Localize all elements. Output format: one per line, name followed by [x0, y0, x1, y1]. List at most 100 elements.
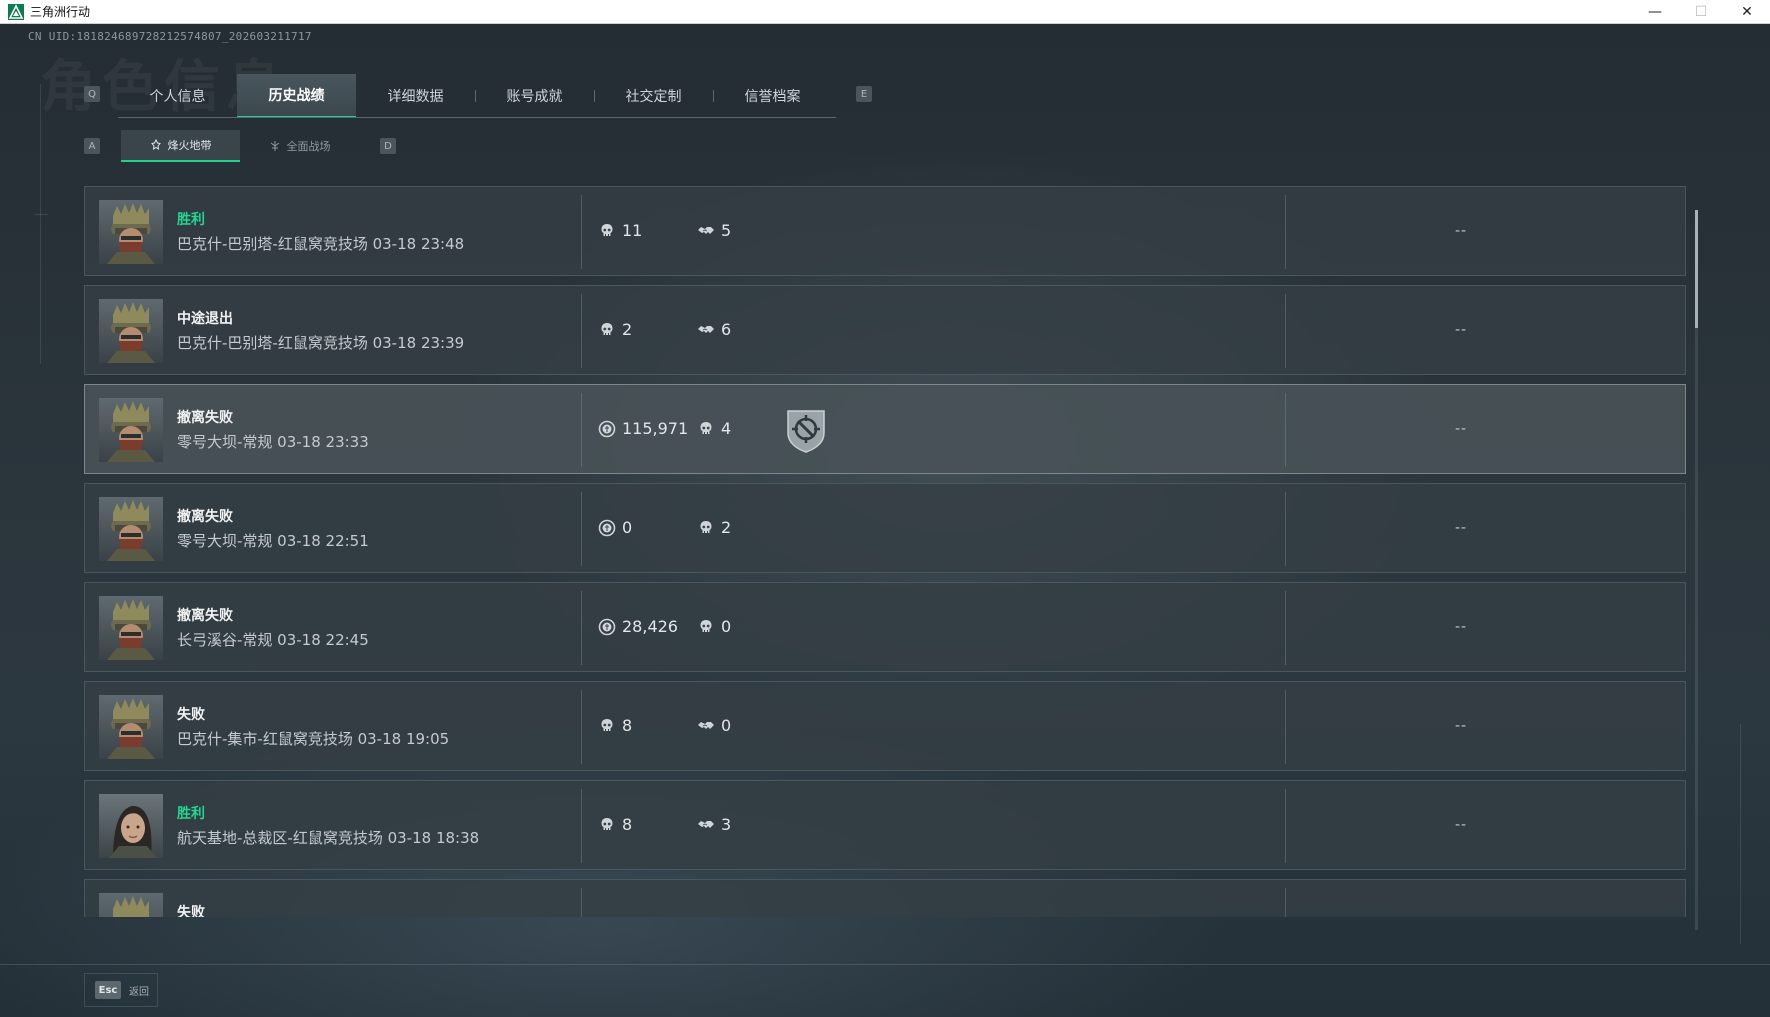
match-stat: 2	[598, 320, 632, 339]
subtab-battlefield[interactable]: 全面战场	[240, 130, 359, 162]
app-logo-icon	[8, 3, 24, 20]
column-divider	[581, 294, 582, 368]
match-stat: 6	[697, 320, 731, 339]
match-stat: 115,971	[598, 419, 688, 438]
operator-avatar	[99, 398, 163, 462]
match-stat: 2	[697, 518, 731, 537]
tab-prev-key[interactable]: Q	[84, 86, 100, 102]
match-stat: 0	[697, 716, 731, 735]
stat-value: 5	[721, 221, 732, 240]
column-divider	[581, 492, 582, 566]
deco-line	[40, 84, 41, 364]
deco-line	[34, 214, 48, 215]
column-divider	[581, 789, 582, 863]
mode-subtabs: 烽火地带 全面战场	[121, 130, 359, 162]
match-result: 胜利	[177, 212, 205, 228]
skull-icon	[598, 321, 616, 339]
match-history-list[interactable]: 胜利 巴克什-巴别塔-红鼠窝竞技场 03-18 23:48 11 5 -- 中途退出 巴克什…	[84, 186, 1686, 917]
match-row[interactable]: 中途退出 巴克什-巴别塔-红鼠窝竞技场 03-18 23:39 2 6 --	[84, 285, 1686, 375]
operator-avatar	[99, 200, 163, 264]
subtab-prev-key[interactable]: A	[84, 138, 100, 154]
tab-personal-info[interactable]: 个人信息	[118, 74, 237, 118]
skull-icon	[697, 519, 715, 537]
match-map-info: 零号大坝-常规 03-18 23:33	[177, 433, 369, 451]
stat-value: 0	[721, 716, 732, 735]
match-score: --	[1455, 322, 1468, 338]
match-stat: 0	[697, 617, 731, 636]
subtab-label: 烽火地带	[167, 139, 212, 152]
tab-match-history[interactable]: 历史战绩	[237, 74, 356, 118]
match-score: --	[1455, 223, 1468, 239]
column-divider	[581, 888, 582, 917]
tab-detailed-data[interactable]: 详细数据	[356, 74, 475, 118]
flame-zone-icon	[150, 139, 161, 150]
back-button[interactable]: Esc 返回	[84, 973, 158, 1007]
match-score: --	[1455, 421, 1468, 437]
column-divider	[1285, 888, 1286, 917]
stat-value: 28,426	[622, 617, 678, 636]
tab-social-custom[interactable]: 社交定制	[594, 74, 713, 118]
minimize-button[interactable]: —	[1632, 0, 1678, 24]
match-row[interactable]: 胜利 航天基地-总裁区-红鼠窝竞技场 03-18 18:38 8 3 --	[84, 780, 1686, 870]
match-row[interactable]: 撤离失败 零号大坝-常规 03-18 22:51 0 2 --	[84, 483, 1686, 573]
match-stat: 11	[598, 221, 642, 240]
match-result: 胜利	[177, 806, 205, 822]
column-divider	[581, 393, 582, 467]
match-map-info: 长弓溪谷-常规 03-18 22:45	[177, 631, 369, 649]
match-score: --	[1455, 520, 1468, 536]
match-row[interactable]: 胜利 巴克什-巴别塔-红鼠窝竞技场 03-18 23:48 11 5 --	[84, 186, 1686, 276]
shield-target-badge-icon	[785, 407, 827, 453]
operator-avatar	[99, 497, 163, 561]
tabs-divider	[118, 117, 836, 118]
stat-value: 2	[721, 518, 732, 537]
match-row[interactable]: 失败	[84, 879, 1686, 917]
window-titlebar: 三角洲行动 — ☐ ✕	[0, 0, 1770, 24]
operator-avatar	[99, 794, 163, 858]
match-row[interactable]: 撤离失败 零号大坝-常规 03-18 23:33 115,971 4 --	[84, 384, 1686, 474]
match-result: 撤离失败	[177, 410, 233, 426]
column-divider	[1285, 294, 1286, 368]
stat-value: 11	[622, 221, 643, 240]
match-stat: 5	[697, 221, 731, 240]
skull-icon	[697, 420, 715, 438]
operator-avatar	[99, 299, 163, 363]
skull-icon	[598, 717, 616, 735]
match-result: 中途退出	[177, 311, 233, 327]
back-label: 返回	[129, 986, 149, 998]
stat-value: 8	[622, 815, 633, 834]
tab-next-key[interactable]: E	[856, 86, 872, 102]
coin-icon	[598, 420, 616, 438]
match-stat: 0	[598, 518, 632, 537]
window-title: 三角洲行动	[30, 5, 91, 19]
tab-credit-record[interactable]: 信誉档案	[713, 74, 832, 118]
subtab-next-key[interactable]: D	[380, 138, 396, 154]
stat-value: 0	[622, 518, 633, 537]
handshake-icon	[697, 321, 715, 339]
stat-value: 2	[622, 320, 633, 339]
column-divider	[581, 195, 582, 269]
skull-icon	[598, 222, 616, 240]
tab-achievements[interactable]: 账号成就	[475, 74, 594, 118]
match-result: 撤离失败	[177, 608, 233, 624]
operator-avatar	[99, 695, 163, 759]
maximize-button[interactable]: ☐	[1678, 0, 1724, 24]
game-window: 角色信息 CN UID:181824689728212574807_202603…	[0, 24, 1770, 1017]
battlefield-icon	[270, 141, 279, 151]
subtab-label: 全面战场	[286, 140, 331, 153]
match-stat: 28,426	[598, 617, 678, 636]
match-row[interactable]: 失败 巴克什-集市-红鼠窝竞技场 03-18 19:05 8 0 --	[84, 681, 1686, 771]
stat-value: 6	[721, 320, 732, 339]
column-divider	[1285, 195, 1286, 269]
match-map-info: 巴克什-集市-红鼠窝竞技场 03-18 19:05	[177, 730, 450, 748]
column-divider	[1285, 393, 1286, 467]
close-button[interactable]: ✕	[1724, 0, 1770, 24]
match-row[interactable]: 撤离失败长弓溪谷-常规 03-18 22:45 28,426 0 --	[84, 582, 1686, 672]
operator-avatar	[99, 893, 163, 917]
subtab-flame-zone[interactable]: 烽火地带	[121, 130, 240, 162]
match-score: --	[1455, 619, 1468, 635]
coin-icon	[598, 618, 616, 636]
handshake-icon	[697, 717, 715, 735]
stat-value: 0	[721, 617, 732, 636]
list-scroll-thumb[interactable]	[1695, 210, 1698, 328]
match-score: --	[1455, 718, 1468, 734]
